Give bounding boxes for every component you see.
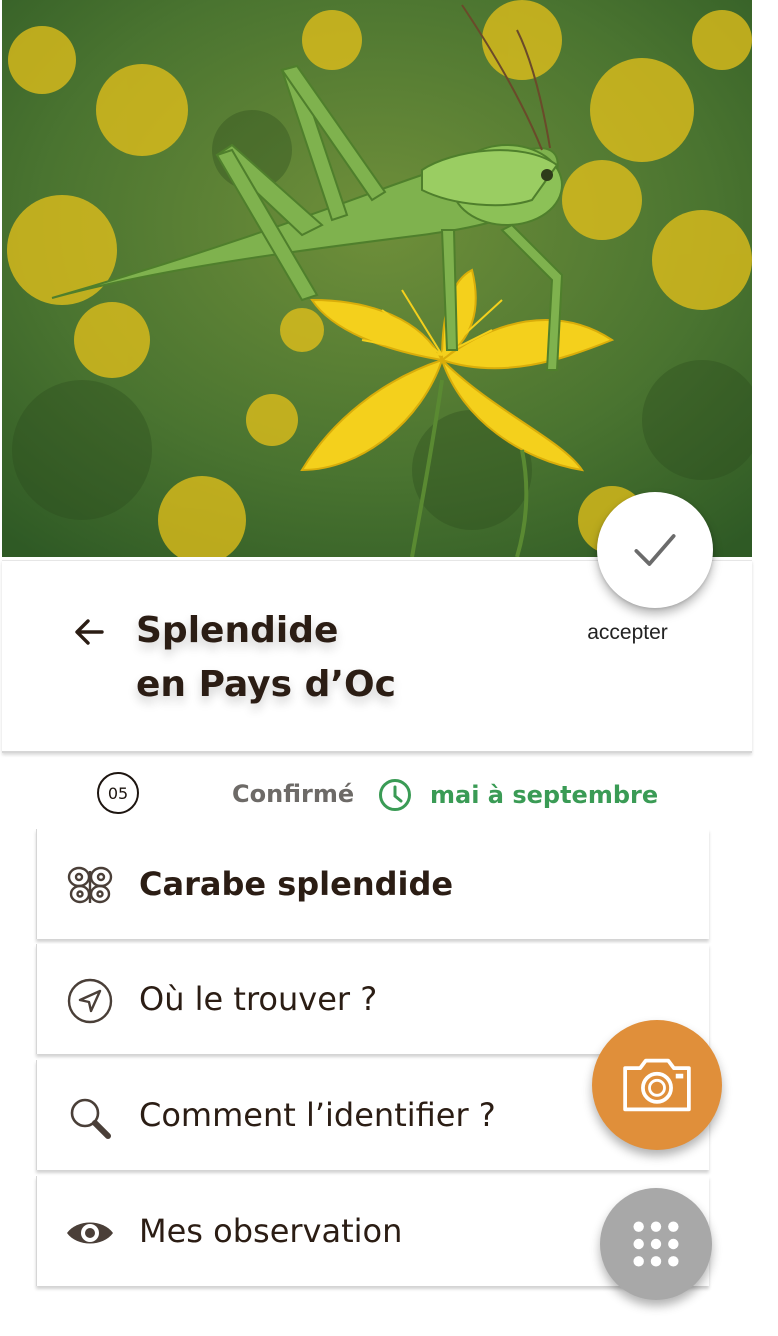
menu-item-label: Mes observation: [139, 1212, 403, 1250]
checkmark-icon: [634, 534, 676, 566]
magnifier-icon: [65, 1094, 115, 1140]
menu-item-label: Où le trouver ?: [139, 980, 378, 1018]
back-button[interactable]: [70, 612, 110, 652]
accept-button[interactable]: [597, 492, 713, 608]
menu-item-label: Carabe splendide: [139, 865, 454, 903]
menu-item-where[interactable]: Où le trouver ?: [36, 944, 709, 1054]
menu-item-species[interactable]: Carabe splendide: [36, 829, 709, 939]
hero-photo: [2, 0, 752, 557]
title-line-1: Splendide: [136, 610, 339, 651]
status-text: Confirmé: [232, 780, 355, 808]
accept-label: accepter: [587, 621, 668, 644]
period-text: mai à septembre: [430, 781, 659, 809]
camera-button[interactable]: [592, 1020, 722, 1150]
butterfly-icon: [65, 863, 115, 909]
number-badge: 05: [97, 772, 139, 814]
clock-icon: [378, 778, 412, 812]
grid-menu-icon: [633, 1221, 679, 1267]
page-title: Splendide en Pays d’Oc: [136, 604, 516, 712]
grid-menu-button[interactable]: [600, 1188, 712, 1300]
navigation-arrow-icon: [65, 978, 115, 1024]
title-line-2: en Pays d’Oc: [136, 664, 396, 705]
eye-icon: [65, 1210, 115, 1256]
menu-item-label: Comment l’identifier ?: [139, 1096, 496, 1134]
arrow-left-icon: [75, 619, 104, 645]
camera-icon: [623, 1058, 691, 1112]
